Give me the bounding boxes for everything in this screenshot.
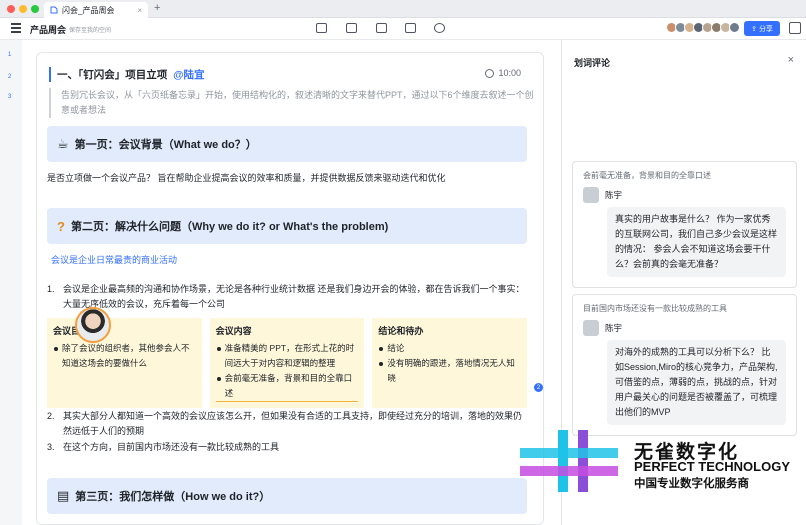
list-item: 1. 会议是企业最高频的沟通和协作场景，无论是各种行业统计数据 还是我们身边开会… [47, 282, 527, 312]
problem-cards: 会议目标 除了会议的组织者，其他参会人不知道这场会的要做什么 会议内容 准备精美… [47, 318, 528, 408]
author-name: 陈宇 [605, 323, 623, 333]
card-title: 会议内容 [215, 326, 252, 336]
heading-text: 一、「钉闪会」项目立项 [57, 69, 168, 81]
card-bullet: 准备精美的 PPT，在形式上花的时间远大于对内容和逻辑的整理 [216, 341, 359, 371]
share-button[interactable]: ⇪ 分享 [744, 21, 780, 36]
share-icon: ⇪ [751, 25, 757, 33]
section-header-1: ☕ 第一页：会议背景（What we do？） [47, 126, 527, 162]
coffee-icon: ☕ [57, 136, 69, 151]
paragraph: 是否立项做一个会议产品？ 旨在帮助企业提高会议的效率和质量，并提供数据反馈来驱动… [47, 173, 446, 183]
commented-text[interactable]: 会前毫无准备，背景和目的全靠口述 [215, 371, 359, 402]
comment-author: 陈宇 [573, 320, 796, 336]
comment-text: 对海外的成熟的工具可以分析下么？ 比如Session,Miro的核心竞争力，产品… [607, 340, 786, 425]
comment-author: 陈宇 [573, 187, 796, 203]
outline-item[interactable]: 3 [8, 94, 11, 100]
tab-doc[interactable]: 闪会_产品周会 × [44, 2, 148, 18]
list-number: 2. [47, 411, 55, 421]
tab-title: 闪会_产品周会 [62, 5, 115, 15]
page-heading: 一、「钉闪会」项目立项 @陆宜 [49, 67, 205, 82]
outline-item[interactable]: 1 [8, 52, 11, 58]
card-bullet: 除了会议的组织者，其他参会人不知道这场会的要做什么 [53, 341, 196, 371]
author-name: 陈宇 [605, 190, 623, 200]
intro-quote: 告别冗长会议，从「六页纸备忘录」开始，使用结构化的，叙述清晰的文字来替代PPT，… [49, 88, 534, 118]
brand-name-en: PERFECT TECHNOLOGY [634, 459, 791, 474]
more-icon[interactable] [789, 22, 801, 34]
brand-tagline: 中国专业数字化服务商 [634, 478, 749, 490]
new-tab-button[interactable]: + [154, 2, 160, 14]
comment-count-badge[interactable]: 2 [534, 383, 543, 392]
maximize-window-button[interactable] [31, 5, 39, 13]
outline-gutter: 1 2 3 [0, 40, 22, 525]
doc-title: 产品周会 [30, 25, 67, 35]
card-conclusion: 结论和待办 结论 没有明确的跟进，落地情况无人知晓 [372, 318, 528, 408]
section-header-3: ▤ 第三页：我们怎样做（How we do it?） [47, 478, 527, 514]
outline-item[interactable]: 2 [8, 74, 11, 80]
brush-icon[interactable] [405, 23, 416, 33]
list-number: 1. [47, 284, 55, 294]
comment-card[interactable]: 会前毫无准备，背景和目的全靠口述 陈宇 真实的用户故事是什么？ 作为一家优秀的互… [572, 161, 797, 288]
close-icon[interactable]: × [788, 54, 794, 66]
list-text: 会议是企业最高频的沟通和协作场景，无论是各种行业统计数据 还是我们身边开会的体验… [63, 284, 525, 309]
section-title: 第三页：我们怎样做（How we do it?） [75, 491, 271, 503]
comment-text: 真实的用户故事是什么？ 作为一家优秀的互联网公司，我们自己多少会议是这样的情况：… [607, 207, 786, 277]
list-number: 3. [47, 442, 55, 452]
present-icon[interactable] [316, 23, 327, 33]
avatar[interactable] [729, 22, 740, 33]
card-content: 会议内容 准备精美的 PPT，在形式上花的时间远大于对内容和逻辑的整理 会前毫无… [209, 318, 365, 408]
card-bullet: 没有明确的跟进，落地情况无人知晓 [378, 356, 521, 386]
document-canvas[interactable]: 一、「钉闪会」项目立项 @陆宜 10:00 告别冗长会议，从「六页纸备忘录」开始，… [36, 52, 544, 525]
section-title: 第二页：解决什么问题（Why we do it? or What's the p… [70, 221, 389, 233]
avatar [583, 320, 599, 336]
mention-link[interactable]: @陆宜 [173, 69, 204, 81]
browser-tab-bar: 闪会_产品周会 × + [0, 0, 806, 18]
doc-toolbar: 产品周会 保存至我的空间 ⇪ 分享 [0, 18, 806, 40]
collaborator-cursor-avatar [75, 307, 111, 343]
time-text: 10:00 [498, 68, 521, 78]
comment-quote: 目前国内市场还没有一款比较成熟的工具 [583, 304, 727, 313]
avatar [583, 187, 599, 203]
minimize-window-button[interactable] [19, 5, 27, 13]
list-item: 2. 其实大部分人都知道一个高效的会议应该怎么开，但如果没有合适的工具支持，即使… [47, 409, 527, 439]
board-icon[interactable] [346, 23, 357, 33]
section-title: 第一页：会议背景（What we do？） [74, 139, 257, 151]
doc-icon [50, 6, 58, 14]
comment-quote: 会前毫无准备，背景和目的全靠口述 [583, 171, 711, 180]
tab-close-icon[interactable]: × [137, 6, 142, 15]
video-icon[interactable] [376, 23, 387, 33]
note-icon: ▤ [57, 488, 70, 503]
panel-title: 划词评论 [574, 58, 611, 68]
list-text: 其实大部分人都知道一个高效的会议应该怎么开，但如果没有合适的工具支持，即使经过充… [63, 411, 523, 436]
card-goal: 会议目标 除了会议的组织者，其他参会人不知道这场会的要做什么 [47, 318, 202, 408]
card-bullet: 结论 [378, 341, 521, 356]
section-header-2: ? 第二页：解决什么问题（Why we do it? or What's the… [47, 208, 527, 244]
close-window-button[interactable] [7, 5, 15, 13]
list-item: 3. 在这个方向，目前国内市场还没有一款比较成熟的工具 [47, 440, 527, 455]
meeting-time: 10:00 [485, 68, 521, 78]
save-location[interactable]: 保存至我的空间 [69, 25, 111, 34]
card-title: 结论和待办 [378, 326, 424, 336]
menu-icon[interactable] [11, 23, 21, 33]
comment-card[interactable]: 目前国内市场还没有一款比较成熟的工具 陈宇 对海外的成熟的工具可以分析下么？ 比… [572, 294, 797, 436]
share-label: 分享 [758, 25, 773, 33]
clock-icon [485, 68, 495, 78]
play-icon[interactable] [434, 23, 445, 33]
highlight-note: 会议是企业日常最贵的商业活动 [51, 255, 178, 265]
list-text: 在这个方向，目前国内市场还没有一款比较成熟的工具 [63, 442, 280, 452]
collaborator-avatars[interactable] [666, 22, 740, 33]
brand-logo-icon [520, 430, 618, 492]
question-icon: ? [57, 218, 65, 234]
